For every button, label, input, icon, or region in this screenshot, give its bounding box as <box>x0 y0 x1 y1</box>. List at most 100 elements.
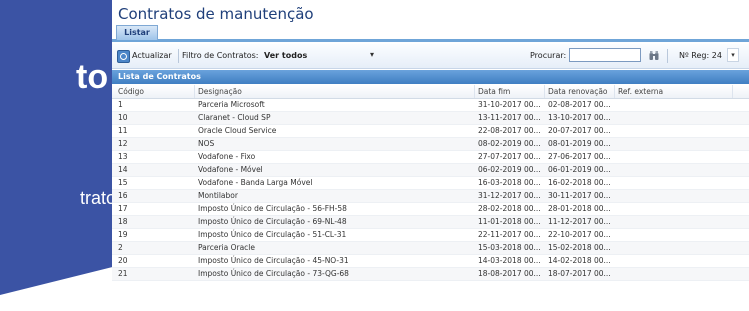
cell-codigo: 16 <box>118 191 128 200</box>
cell-data-fim: 22-08-2017 00... <box>478 126 541 135</box>
cell-data-fim: 16-03-2018 00... <box>478 178 541 187</box>
cell-codigo: 17 <box>118 204 128 213</box>
cell-codigo: 20 <box>118 256 128 265</box>
table-row[interactable]: 16 Montilabor 31-12-2017 00... 30-11-2017 0… <box>112 190 749 203</box>
refresh-icon[interactable] <box>117 50 130 63</box>
table-row[interactable]: 21 Imposto Único de Circulação - 73-QG-68… <box>112 268 749 281</box>
cell-codigo: 1 <box>118 100 123 109</box>
cell-data-fim: 31-12-2017 00... <box>478 191 541 200</box>
cell-data-fim: 08-02-2019 00... <box>478 139 541 148</box>
cell-data-fim: 13-11-2017 00... <box>478 113 541 122</box>
refresh-button[interactable]: Actualizar <box>132 51 172 60</box>
column-header-data-renovacao[interactable]: Data renovação <box>548 87 608 96</box>
table-row[interactable]: 18 Imposto Único de Circulação - 69-NL-48… <box>112 216 749 229</box>
column-header-codigo[interactable]: Código <box>118 87 144 96</box>
cell-data-renovacao: 28-01-2018 00... <box>548 204 611 213</box>
cell-data-fim: 15-03-2018 00... <box>478 243 541 252</box>
cell-data-renovacao: 16-02-2018 00... <box>548 178 611 187</box>
cell-designacao: Imposto Único de Circulação - 51-CL-31 <box>198 230 347 239</box>
chevron-down-icon[interactable]: ▾ <box>370 50 374 59</box>
promo-title: to <box>76 58 109 96</box>
promo-panel: to trato <box>0 0 112 311</box>
table-row[interactable]: 14 Vodafone - Móvel 06-02-2019 00... 06-01-… <box>112 164 749 177</box>
contracts-table: Código Designação Data fim Data renovaçã… <box>112 85 749 311</box>
cell-codigo: 2 <box>118 243 123 252</box>
cell-designacao: NOS <box>198 139 215 148</box>
cell-data-renovacao: 20-07-2017 00... <box>548 126 611 135</box>
tab-bar: Listar <box>112 25 749 42</box>
search-label: Procurar: <box>530 51 567 60</box>
cell-designacao: Claranet - Cloud SP <box>198 113 271 122</box>
cell-designacao: Imposto Único de Circulação - 56-FH-58 <box>198 204 347 213</box>
cell-designacao: Imposto Único de Circulação - 73-QG-68 <box>198 269 349 278</box>
table-row[interactable]: 12 NOS 08-02-2019 00... 08-01-2019 00... <box>112 138 749 151</box>
table-row[interactable]: 11 Oracle Cloud Service 22-08-2017 00... 20… <box>112 125 749 138</box>
table-row[interactable]: 10 Claranet - Cloud SP 13-11-2017 00... 13-… <box>112 112 749 125</box>
window-title: Contratos de manutenção <box>118 5 314 23</box>
list-title: Lista de Contratos <box>112 70 749 84</box>
cell-designacao: Vodafone - Banda Larga Móvel <box>198 178 313 187</box>
cell-designacao: Imposto Único de Circulação - 69-NL-48 <box>198 217 347 226</box>
cell-codigo: 10 <box>118 113 128 122</box>
column-divider <box>194 85 195 98</box>
cell-designacao: Montilabor <box>198 191 238 200</box>
cell-data-fim: 31-10-2017 00... <box>478 100 541 109</box>
cell-codigo: 11 <box>118 126 128 135</box>
cell-codigo: 21 <box>118 269 128 278</box>
table-row[interactable]: 15 Vodafone - Banda Larga Móvel 16-03-2018… <box>112 177 749 190</box>
records-dropdown[interactable]: ▾ <box>727 48 739 62</box>
promo-subtitle: trato <box>80 188 112 208</box>
table-row[interactable]: 20 Imposto Único de Circulação - 45-NO-31… <box>112 255 749 268</box>
cell-data-renovacao: 08-01-2019 00... <box>548 139 611 148</box>
cell-codigo: 19 <box>118 230 128 239</box>
cell-designacao: Oracle Cloud Service <box>198 126 277 135</box>
cell-data-fim: 14-03-2018 00... <box>478 256 541 265</box>
cell-data-renovacao: 22-10-2017 00... <box>548 230 611 239</box>
tab-listar[interactable]: Listar <box>116 25 158 40</box>
cell-codigo: 18 <box>118 217 128 226</box>
column-divider <box>474 85 475 98</box>
cell-data-fim: 27-07-2017 00... <box>478 152 541 161</box>
column-divider <box>544 85 545 98</box>
toolbar-divider <box>178 49 179 63</box>
cell-data-fim: 06-02-2019 00... <box>478 165 541 174</box>
cell-designacao: Vodafone - Móvel <box>198 165 263 174</box>
cell-data-renovacao: 13-10-2017 00... <box>548 113 611 122</box>
table-row[interactable]: 2 Parceria Oracle 15-03-2018 00... 15-02-20… <box>112 242 749 255</box>
filter-label: Filtro de Contratos: <box>182 51 259 60</box>
cell-designacao: Imposto Único de Circulação - 45-NO-31 <box>198 256 349 265</box>
cell-data-renovacao: 06-01-2019 00... <box>548 165 611 174</box>
cell-data-renovacao: 30-11-2017 00... <box>548 191 611 200</box>
binoculars-icon[interactable] <box>649 50 659 61</box>
cell-codigo: 14 <box>118 165 128 174</box>
toolbar-divider <box>667 49 668 63</box>
table-row[interactable]: 19 Imposto Único de Circulação - 51-CL-31… <box>112 229 749 242</box>
table-row[interactable]: 17 Imposto Único de Circulação - 56-FH-58… <box>112 203 749 216</box>
table-row[interactable]: 13 Vodafone - Fixo 27-07-2017 00... 27-06-2… <box>112 151 749 164</box>
column-header-data-fim[interactable]: Data fim <box>478 87 510 96</box>
records-count: Nº Reg: 24 <box>679 51 722 60</box>
cell-designacao: Vodafone - Fixo <box>198 152 256 161</box>
cell-data-fim: 18-08-2017 00... <box>478 269 541 278</box>
cell-data-fim: 28-02-2018 00... <box>478 204 541 213</box>
contracts-window: Contratos de manutenção Listar Actualiza… <box>112 0 749 311</box>
cell-data-renovacao: 02-08-2017 00... <box>548 100 611 109</box>
cell-data-renovacao: 27-06-2017 00... <box>548 152 611 161</box>
cell-codigo: 13 <box>118 152 128 161</box>
column-header-ref-externa[interactable]: Ref. externa <box>618 87 663 96</box>
cell-data-renovacao: 14-02-2018 00... <box>548 256 611 265</box>
table-row[interactable]: 1 Parceria Microsoft 31-10-2017 00... 02-08… <box>112 99 749 112</box>
search-input[interactable] <box>569 48 641 62</box>
cell-data-fim: 11-01-2018 00... <box>478 217 541 226</box>
filter-select[interactable]: Ver todos <box>264 51 307 60</box>
cell-data-renovacao: 11-12-2017 00... <box>548 217 611 226</box>
promo-background <box>0 0 112 301</box>
cell-data-renovacao: 15-02-2018 00... <box>548 243 611 252</box>
table-header: Código Designação Data fim Data renovaçã… <box>112 85 749 99</box>
cell-designacao: Parceria Microsoft <box>198 100 265 109</box>
column-divider <box>732 85 733 98</box>
toolbar: Actualizar Filtro de Contratos: Ver todo… <box>112 44 749 69</box>
column-divider <box>614 85 615 98</box>
cell-designacao: Parceria Oracle <box>198 243 255 252</box>
column-header-designacao[interactable]: Designação <box>198 87 242 96</box>
